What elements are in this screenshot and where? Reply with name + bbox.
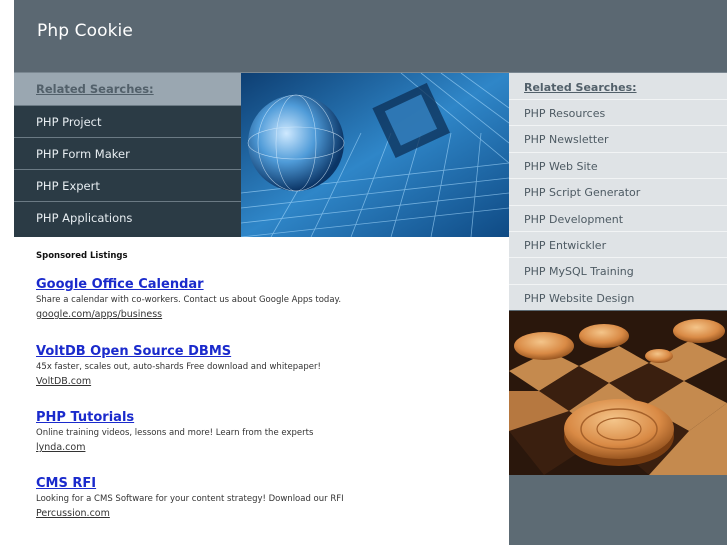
right-nav-heading[interactable]: Related Searches:	[509, 73, 727, 99]
right-nav-item-php-resources[interactable]: PHP Resources	[509, 99, 727, 125]
right-nav-item-php-newsletter[interactable]: PHP Newsletter	[509, 125, 727, 151]
listing-description: Looking for a CMS Software for your cont…	[36, 494, 344, 504]
listing-item: CMS RFI Looking for a CMS Software for y…	[36, 476, 496, 519]
right-related-searches: Related Searches: PHP Resources PHP News…	[509, 73, 727, 311]
right-sidebar: Related Searches: PHP Resources PHP News…	[509, 73, 727, 545]
right-nav-item-php-website-design[interactable]: PHP Website Design	[509, 283, 727, 310]
left-nav-item-php-applications[interactable]: PHP Applications	[14, 201, 241, 233]
hero-image-globe-grid	[241, 73, 509, 237]
left-nav-item-php-expert[interactable]: PHP Expert	[14, 169, 241, 201]
listing-title-link[interactable]: PHP Tutorials	[36, 410, 496, 425]
checkers-board-image	[509, 311, 727, 475]
left-nav-item-php-project[interactable]: PHP Project	[14, 105, 241, 137]
right-nav-item-php-entwickler[interactable]: PHP Entwickler	[509, 230, 727, 257]
left-nav-heading[interactable]: Related Searches:	[14, 73, 241, 105]
page-margin	[0, 0, 14, 545]
listing-url-link[interactable]: google.com/apps/business	[36, 309, 496, 320]
listing-description: Online training videos, lessons and more…	[36, 428, 314, 438]
listing-url-link[interactable]: Percussion.com	[36, 508, 496, 519]
globe-grid-illustration	[241, 73, 509, 237]
listing-title-link[interactable]: Google Office Calendar	[36, 277, 496, 292]
listing-title-link[interactable]: CMS RFI	[36, 476, 496, 491]
listing-item: VoltDB Open Source DBMS 45x faster, scal…	[36, 344, 496, 387]
site-title[interactable]: Php Cookie	[37, 21, 133, 41]
right-nav-item-php-mysql-training[interactable]: PHP MySQL Training	[509, 257, 727, 283]
sponsored-label: Sponsored Listings	[36, 251, 128, 261]
right-nav-item-php-web-site[interactable]: PHP Web Site	[509, 151, 727, 178]
site-header: Php Cookie	[14, 0, 727, 73]
left-related-searches: Related Searches: PHP Project PHP Form M…	[14, 73, 241, 237]
listing-description: 45x faster, scales out, auto-shards Free…	[36, 362, 321, 372]
left-nav-item-php-form-maker[interactable]: PHP Form Maker	[14, 137, 241, 169]
checkers-illustration	[509, 311, 727, 475]
listing-url-link[interactable]: lynda.com	[36, 442, 496, 453]
listing-title-link[interactable]: VoltDB Open Source DBMS	[36, 344, 496, 359]
listing-item: Google Office Calendar Share a calendar …	[36, 277, 496, 320]
listing-description: Share a calendar with co-workers. Contac…	[36, 295, 342, 305]
listing-item: PHP Tutorials Online training videos, le…	[36, 410, 496, 453]
right-nav-item-php-script-generator[interactable]: PHP Script Generator	[509, 178, 727, 204]
listing-url-link[interactable]: VoltDB.com	[36, 376, 496, 387]
right-nav-item-php-development[interactable]: PHP Development	[509, 204, 727, 231]
sponsored-listings: Sponsored Listings Google Office Calenda…	[14, 237, 509, 545]
